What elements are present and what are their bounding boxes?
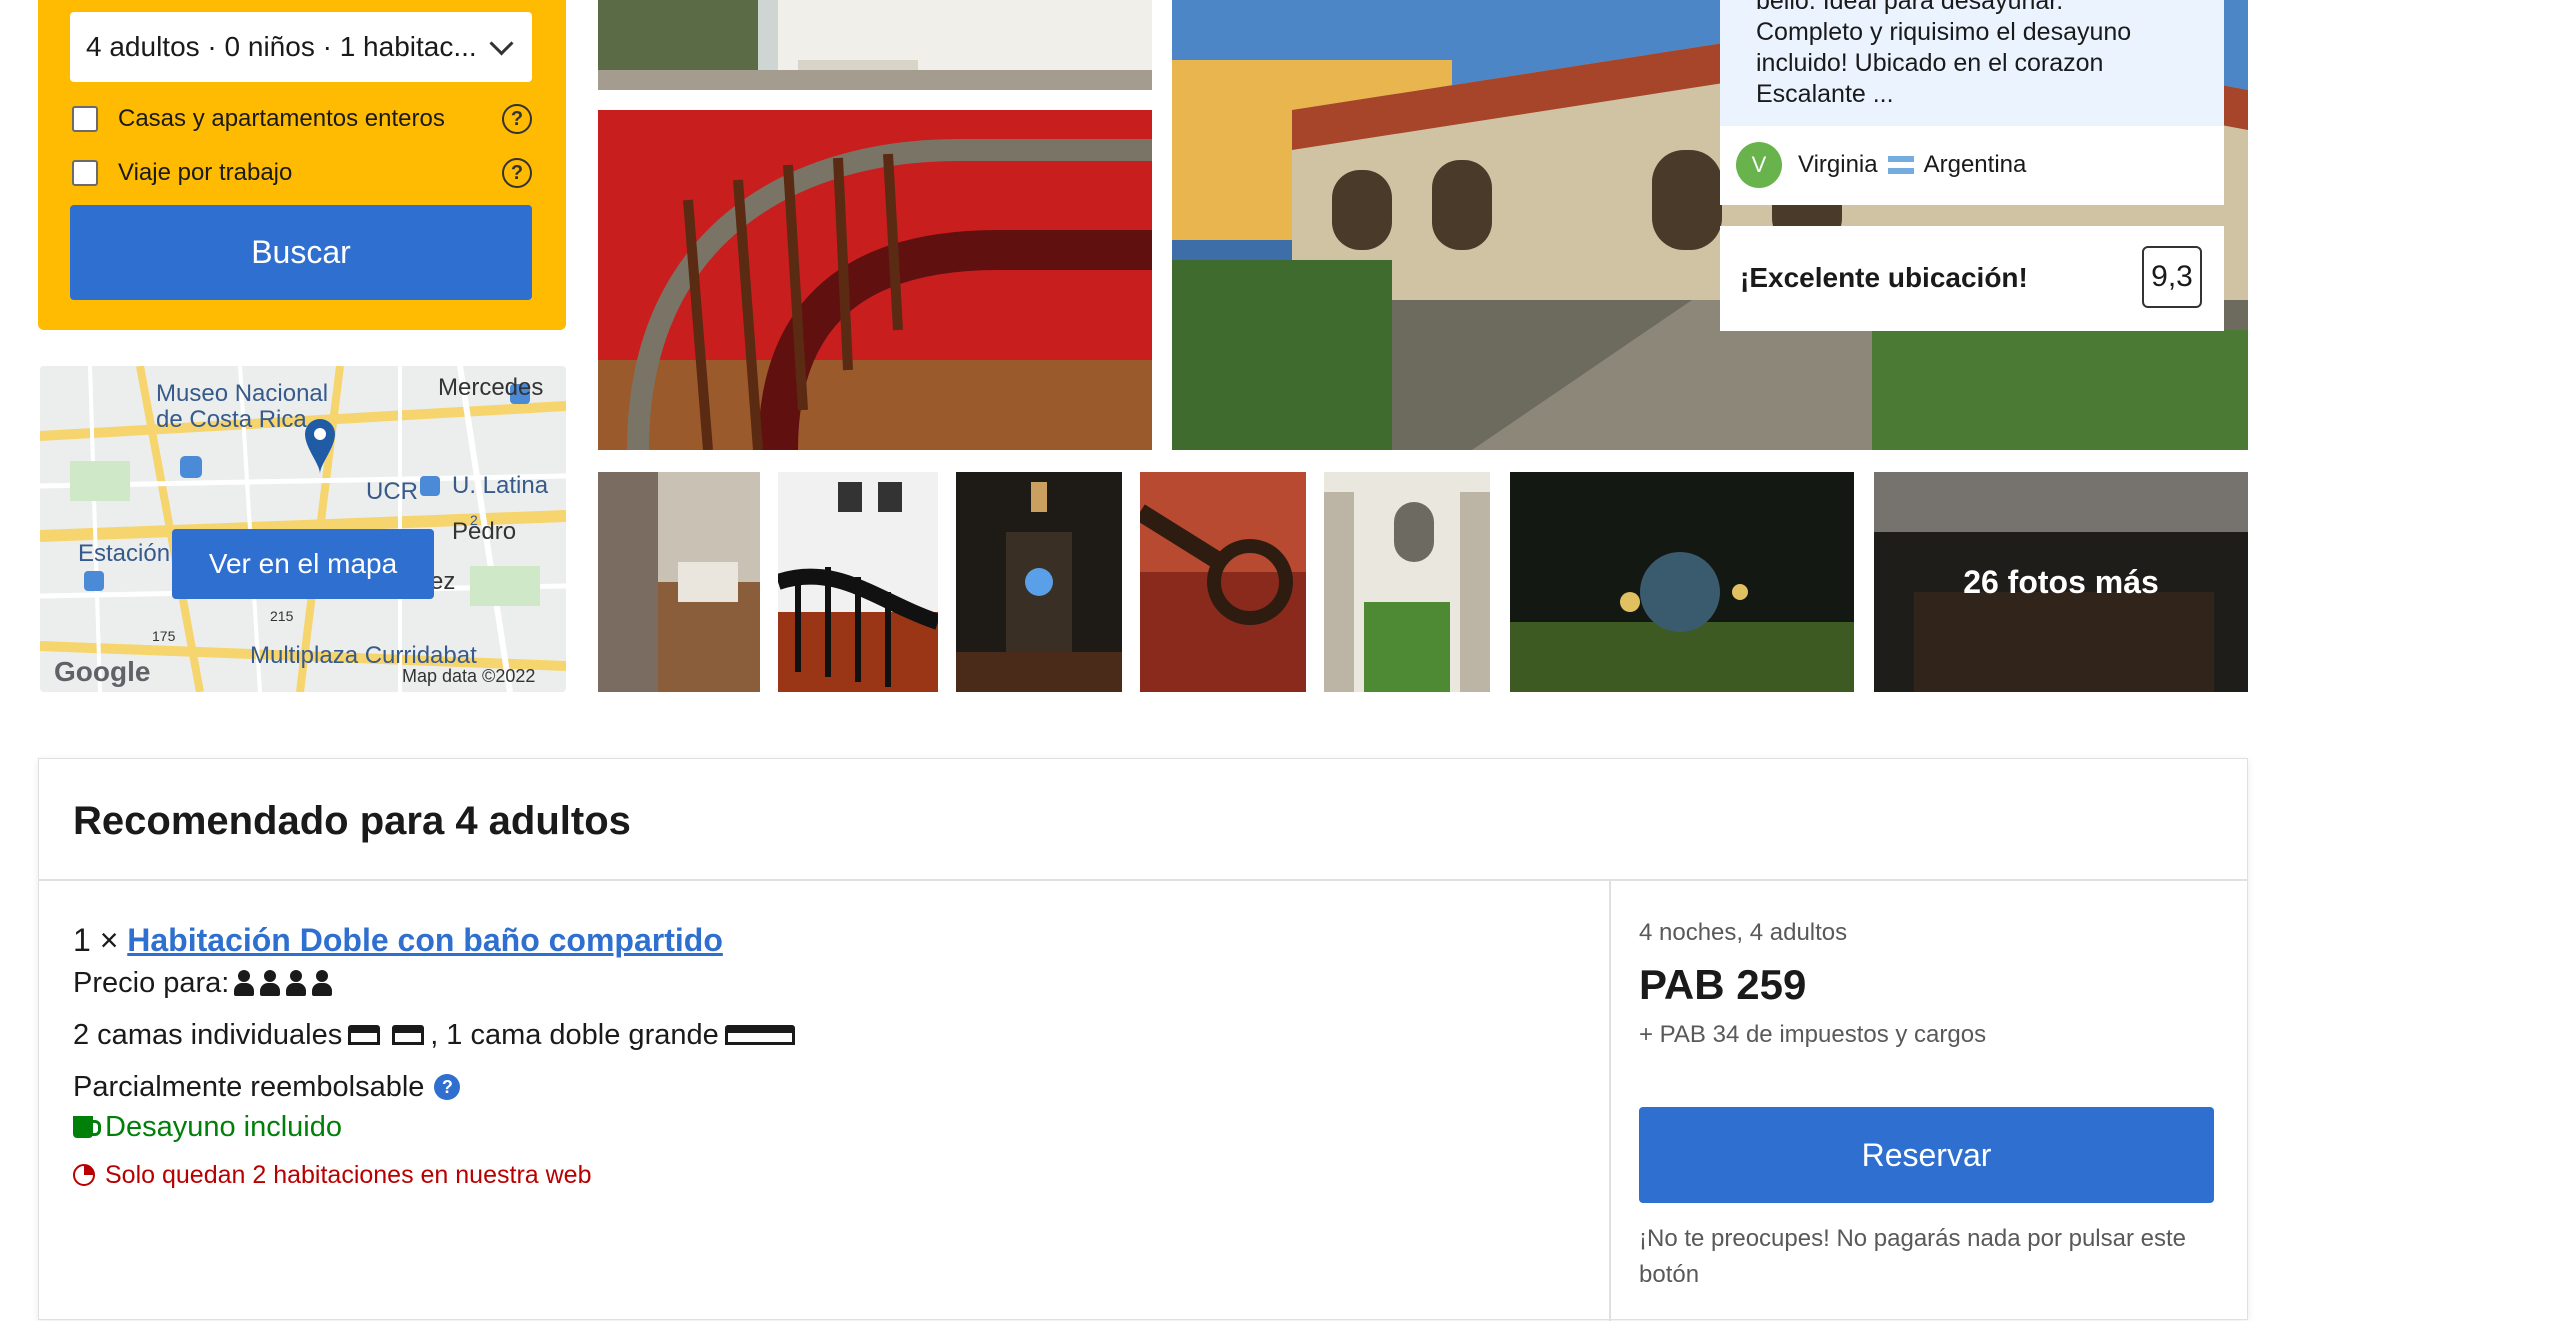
hotel-photo-staircase[interactable] bbox=[598, 110, 1152, 450]
help-icon[interactable]: ? bbox=[502, 104, 532, 134]
help-icon[interactable]: ? bbox=[502, 158, 532, 188]
map-label: Museo Nacional bbox=[156, 380, 329, 407]
beds-separator: , bbox=[430, 1019, 439, 1051]
hotel-thumb-stairs[interactable] bbox=[778, 472, 938, 692]
reviewer-name: Virginia bbox=[1798, 151, 1878, 178]
room-details: 1 × Habitación Doble con baño compartido… bbox=[73, 919, 1573, 1195]
argentina-flag-icon bbox=[1887, 156, 1914, 174]
person-icon bbox=[259, 968, 281, 998]
map-attribution: Map data ©2022 bbox=[402, 666, 536, 686]
single-beds-text: 2 camas individuales bbox=[73, 1019, 343, 1051]
person-icon bbox=[233, 968, 255, 998]
refund-row: Parcialmente reembolsable ? bbox=[73, 1067, 1573, 1107]
review-text: bello. Ideal para desayunar. Completo y … bbox=[1720, 0, 2224, 126]
single-bed-icon bbox=[348, 1025, 381, 1045]
guests-summary: 4 adultos · 0 niños · 1 habitac... bbox=[86, 31, 477, 62]
person-icon bbox=[311, 968, 333, 998]
entire-homes-option[interactable]: Casas y apartamentos enteros ? bbox=[72, 101, 532, 137]
review-line: Escalante ... bbox=[1756, 80, 1894, 108]
business-trip-option[interactable]: Viaje por trabajo ? bbox=[72, 155, 532, 191]
info-icon[interactable]: ? bbox=[434, 1074, 461, 1100]
single-bed-icon bbox=[392, 1025, 425, 1045]
location-score-title: ¡Excelente ubicación! bbox=[1740, 262, 2028, 293]
scarcity-row: Solo quedan 2 habitaciones en nuestra we… bbox=[73, 1155, 1573, 1195]
hotel-photo-exterior[interactable] bbox=[598, 0, 1152, 90]
google-logo: Google bbox=[54, 656, 151, 687]
hotel-thumb-dining[interactable]: 26 fotos más bbox=[1874, 472, 2248, 692]
price-for-label: Precio para: bbox=[73, 967, 230, 999]
map-label: de Costa Rica bbox=[156, 406, 307, 433]
search-button[interactable]: Buscar bbox=[70, 205, 532, 300]
price: PAB 259 bbox=[1639, 961, 1807, 1008]
room-quantity: 1 × bbox=[73, 922, 119, 958]
room-heading: 1 × Habitación Doble con baño compartido bbox=[73, 919, 1573, 961]
recommendation-card: Recomendado para 4 adultos 1 × Habitació… bbox=[38, 758, 2248, 1321]
double-bed-text: 1 cama doble grande bbox=[446, 1019, 719, 1051]
recommendation-title: Recomendado para 4 adultos bbox=[73, 799, 631, 843]
route-number: 175 bbox=[152, 628, 176, 644]
stay-summary: 4 noches, 4 adultos bbox=[1639, 919, 1848, 946]
person-icon bbox=[285, 968, 307, 998]
map-label: Mercedes bbox=[438, 374, 544, 401]
hotel-thumb-hallway[interactable] bbox=[956, 472, 1122, 692]
map-preview[interactable]: Museo Nacional de Costa Rica Mercedes UC… bbox=[40, 366, 566, 692]
reserve-note: ¡No te preocupes! No pagarás nada por pu… bbox=[1639, 1225, 2186, 1288]
map-label: Estación bbox=[78, 540, 171, 567]
hotel-thumb-garden-night[interactable] bbox=[1510, 472, 1854, 692]
view-on-map-button[interactable]: Ver en el mapa bbox=[172, 529, 434, 599]
hotel-thumb-patio[interactable] bbox=[1324, 472, 1490, 692]
hotel-thumb-room[interactable] bbox=[598, 472, 760, 692]
museum-icon bbox=[180, 456, 202, 478]
transit-icon bbox=[84, 571, 104, 591]
route-number: 215 bbox=[270, 608, 294, 624]
search-panel: 4 adultos · 0 niños · 1 habitac... Casas… bbox=[38, 0, 566, 330]
map-label: UCR bbox=[366, 478, 418, 505]
divider bbox=[39, 879, 2247, 881]
entire-homes-label: Casas y apartamentos enteros bbox=[118, 105, 445, 132]
avatar: V bbox=[1736, 142, 1782, 188]
guest-review-card: bello. Ideal para desayunar. Completo y … bbox=[1720, 0, 2224, 205]
location-score-card: ¡Excelente ubicación! 9,3 bbox=[1720, 226, 2224, 331]
review-line: Completo y riquisimo el desayuno bbox=[1756, 18, 2132, 46]
reserve-button[interactable]: Reservar bbox=[1639, 1107, 2214, 1203]
room-name-link[interactable]: Habitación Doble con baño compartido bbox=[127, 922, 723, 958]
breakfast-included: Desayuno incluido bbox=[105, 1111, 342, 1143]
price-panel: 4 noches, 4 adultos PAB 259 + PAB 34 de … bbox=[1639, 919, 2214, 1293]
more-photos-overlay[interactable]: 26 fotos más bbox=[1874, 472, 2248, 692]
map-label: Pedro bbox=[452, 518, 517, 545]
guests-rooms-select[interactable]: 4 adultos · 0 niños · 1 habitac... bbox=[70, 12, 532, 82]
clock-icon bbox=[73, 1164, 95, 1186]
location-score-badge: 9,3 bbox=[2142, 246, 2202, 308]
beds-row: 2 camas individuales , 1 cama doble gran… bbox=[73, 1015, 1573, 1055]
transit-icon bbox=[420, 476, 440, 496]
chevron-down-icon bbox=[489, 30, 514, 56]
price-for-row: Precio para: bbox=[73, 963, 1573, 1003]
coffee-cup-icon bbox=[73, 1116, 101, 1138]
scarcity-message: Solo quedan 2 habitaciones en nuestra we… bbox=[105, 1161, 592, 1189]
divider bbox=[1609, 881, 1611, 1321]
business-trip-label: Viaje por trabajo bbox=[118, 159, 293, 186]
breakfast-row: Desayuno incluido bbox=[73, 1107, 1573, 1147]
taxes-and-fees: + PAB 34 de impuestos y cargos bbox=[1639, 1021, 1987, 1048]
hotel-thumb-banister[interactable] bbox=[1140, 472, 1306, 692]
business-trip-checkbox[interactable] bbox=[72, 160, 98, 186]
entire-homes-checkbox[interactable] bbox=[72, 106, 98, 132]
review-line: incluido! Ubicado en el corazon bbox=[1756, 49, 2104, 77]
refund-policy: Parcialmente reembolsable bbox=[73, 1071, 425, 1103]
map-label: U. Latina bbox=[452, 472, 549, 499]
review-line: bello. Ideal para desayunar. bbox=[1756, 0, 2064, 15]
double-bed-icon bbox=[724, 1025, 795, 1045]
reviewer-country: Argentina bbox=[1923, 151, 2027, 178]
reviewer: V Virginia Argentina bbox=[1736, 142, 2026, 188]
